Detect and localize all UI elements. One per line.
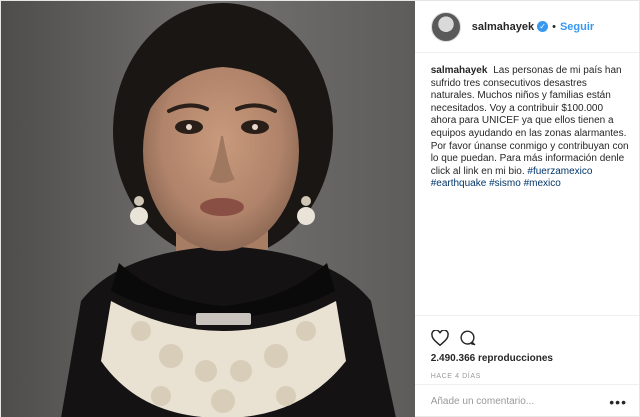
caption-text: Las personas de mi país han sufrido tres… (430, 65, 629, 177)
comment-bar: ••• (414, 384, 639, 417)
hashtag-link[interactable]: #earthquake (431, 178, 487, 189)
comment-input[interactable] (430, 396, 610, 407)
post-caption: salmahayek Las personas de mi país han s… (415, 53, 639, 315)
post-header: salmahayek ✓ • Seguir (414, 1, 639, 53)
hashtag-link[interactable]: #fuerzamexico (527, 166, 592, 177)
post-side-panel: salmahayek ✓ • Seguir salmahayek Las per… (414, 1, 639, 417)
follow-button[interactable]: Seguir (560, 21, 594, 33)
action-bar (414, 315, 639, 353)
heart-icon[interactable] (430, 329, 449, 346)
hashtag-link[interactable]: #mexico (524, 178, 561, 189)
comment-bubble-icon[interactable] (459, 329, 476, 346)
more-options-icon[interactable]: ••• (609, 394, 627, 410)
avatar[interactable] (430, 11, 461, 42)
hashtag-link[interactable]: #sismo (489, 178, 521, 189)
post-video[interactable] (1, 1, 415, 417)
verified-badge-icon: ✓ (537, 21, 549, 32)
instagram-post: salmahayek ✓ • Seguir salmahayek Las per… (0, 0, 640, 417)
video-frame-illustration (1, 1, 415, 417)
caption-username[interactable]: salmahayek (431, 65, 488, 76)
header-username[interactable]: salmahayek (472, 21, 534, 33)
views-count: 2.490.366 reproducciones (430, 353, 553, 364)
header-separator: • (552, 20, 556, 33)
